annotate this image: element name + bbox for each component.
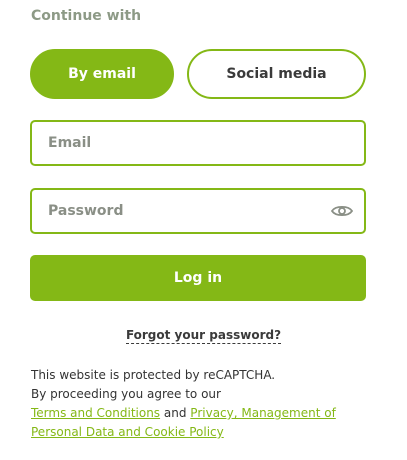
password-input[interactable] [48, 190, 318, 232]
login-button[interactable]: Log in [30, 255, 366, 301]
forgot-password-row: Forgot your password? [0, 324, 407, 344]
legal-notice: This website is protected by reCAPTCHA. … [31, 366, 376, 442]
tab-social-media[interactable]: Social media [187, 49, 366, 99]
conjunction-text: and [163, 406, 187, 420]
tab-by-email[interactable]: By email [30, 49, 174, 99]
eye-icon[interactable] [330, 200, 354, 222]
policy-links: Terms and Conditions and Privacy, Manage… [31, 404, 376, 442]
agreement-text: By proceeding you agree to our [31, 387, 221, 401]
recaptcha-notice: This website is protected by reCAPTCHA. [31, 368, 276, 382]
login-method-tabs: By email Social media [30, 49, 366, 99]
email-input[interactable] [48, 122, 318, 164]
password-field-wrapper [30, 188, 366, 234]
terms-link[interactable]: Terms and Conditions [31, 406, 160, 420]
continue-with-heading: Continue with [31, 8, 142, 24]
forgot-password-link[interactable]: Forgot your password? [125, 328, 282, 344]
email-field-wrapper [30, 120, 366, 166]
